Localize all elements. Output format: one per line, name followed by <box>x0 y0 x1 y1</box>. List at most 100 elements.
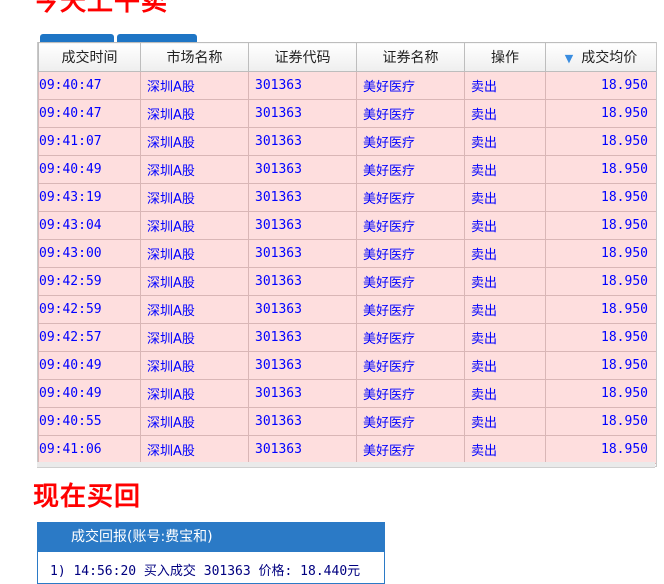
cell-market: 深圳A股 <box>140 71 249 100</box>
cell-avg-price: 18.950 <box>545 295 656 324</box>
cell-name: 美好医疗 <box>356 407 465 436</box>
cell-action: 卖出 <box>464 183 546 212</box>
tab-1[interactable] <box>40 34 114 42</box>
cell-action: 卖出 <box>464 127 546 156</box>
cell-code: 301363 <box>248 155 357 184</box>
table-row[interactable]: 09:40:49 深圳A股 301363 美好医疗 卖出 18.950 <box>38 351 656 380</box>
table-row[interactable]: 09:43:04 深圳A股 301363 美好医疗 卖出 18.950 <box>38 211 656 240</box>
cell-time: 09:42:59 <box>38 295 141 324</box>
report-line: 1) 14:56:20 买入成交 301363 价格: 18.440元 <box>50 564 361 579</box>
table-row[interactable]: 09:41:07 深圳A股 301363 美好医疗 卖出 18.950 <box>38 127 656 156</box>
cell-name: 美好医疗 <box>356 379 465 408</box>
table-row[interactable]: 09:41:06 深圳A股 301363 美好医疗 卖出 18.950 <box>38 435 656 464</box>
cell-market: 深圳A股 <box>140 183 249 212</box>
cell-avg-price: 18.950 <box>545 183 656 212</box>
table-row[interactable]: 09:43:00 深圳A股 301363 美好医疗 卖出 18.950 <box>38 239 656 268</box>
cell-code: 301363 <box>248 295 357 324</box>
cell-action: 卖出 <box>464 351 546 380</box>
cell-name: 美好医疗 <box>356 351 465 380</box>
cell-time: 09:42:57 <box>38 323 141 352</box>
col-header-name[interactable]: 证券名称 <box>356 42 465 72</box>
table-row[interactable]: 09:40:47 深圳A股 301363 美好医疗 卖出 18.950 <box>38 99 656 128</box>
cell-time: 09:42:59 <box>38 267 141 296</box>
buy-back-heading: 现在买回 <box>33 482 142 512</box>
cell-market: 深圳A股 <box>140 239 249 268</box>
cell-code: 301363 <box>248 351 357 380</box>
cell-avg-price: 18.950 <box>545 407 656 436</box>
cell-market: 深圳A股 <box>140 267 249 296</box>
cell-avg-price: 18.950 <box>545 435 656 464</box>
cell-code: 301363 <box>248 71 357 100</box>
cell-name: 美好医疗 <box>356 99 465 128</box>
cell-code: 301363 <box>248 183 357 212</box>
cell-market: 深圳A股 <box>140 435 249 464</box>
col-header-action[interactable]: 操作 <box>464 42 546 72</box>
cell-code: 301363 <box>248 435 357 464</box>
cell-name: 美好医疗 <box>356 435 465 464</box>
cell-avg-price: 18.950 <box>545 99 656 128</box>
cell-code: 301363 <box>248 267 357 296</box>
table-header-row: 成交时间 市场名称 证券代码 证券名称 操作 ▼ 成交均价 <box>38 42 656 72</box>
cell-time: 09:40:49 <box>38 379 141 408</box>
table-row[interactable]: 09:42:59 深圳A股 301363 美好医疗 卖出 18.950 <box>38 295 656 324</box>
cell-market: 深圳A股 <box>140 127 249 156</box>
col-header-avg-price[interactable]: ▼ 成交均价 <box>545 42 656 72</box>
col-header-avg-price-label: 成交均价 <box>581 50 638 66</box>
cell-avg-price: 18.950 <box>545 239 656 268</box>
cell-time: 09:41:07 <box>38 127 141 156</box>
cell-code: 301363 <box>248 379 357 408</box>
cell-name: 美好医疗 <box>356 127 465 156</box>
cell-action: 卖出 <box>464 71 546 100</box>
cell-avg-price: 18.950 <box>545 351 656 380</box>
cell-code: 301363 <box>248 407 357 436</box>
col-header-code[interactable]: 证券代码 <box>248 42 357 72</box>
cell-market: 深圳A股 <box>140 407 249 436</box>
tab-2[interactable] <box>117 34 197 42</box>
cell-name: 美好医疗 <box>356 211 465 240</box>
cell-time: 09:40:49 <box>38 351 141 380</box>
cell-action: 卖出 <box>464 323 546 352</box>
col-header-time[interactable]: 成交时间 <box>38 42 141 72</box>
cell-code: 301363 <box>248 127 357 156</box>
cell-time: 09:40:47 <box>38 99 141 128</box>
table-row[interactable]: 09:42:59 深圳A股 301363 美好医疗 卖出 18.950 <box>38 267 656 296</box>
table-row[interactable]: 09:40:49 深圳A股 301363 美好医疗 卖出 18.950 <box>38 155 656 184</box>
cell-market: 深圳A股 <box>140 379 249 408</box>
cell-name: 美好医疗 <box>356 239 465 268</box>
cell-avg-price: 18.950 <box>545 267 656 296</box>
cell-action: 卖出 <box>464 211 546 240</box>
table-row[interactable]: 09:40:49 深圳A股 301363 美好医疗 卖出 18.950 <box>38 379 656 408</box>
cell-avg-price: 18.950 <box>545 155 656 184</box>
table-row[interactable]: 09:43:19 深圳A股 301363 美好医疗 卖出 18.950 <box>38 183 656 212</box>
cell-name: 美好医疗 <box>356 155 465 184</box>
cell-market: 深圳A股 <box>140 155 249 184</box>
cell-time: 09:40:55 <box>38 407 141 436</box>
cell-code: 301363 <box>248 99 357 128</box>
sell-heading: 今天上午卖 <box>33 0 169 17</box>
table-row[interactable]: 09:42:57 深圳A股 301363 美好医疗 卖出 18.950 <box>38 323 656 352</box>
cell-name: 美好医疗 <box>356 71 465 100</box>
panel-title: 成交回报(账号:费宝和) <box>38 523 384 552</box>
col-header-market[interactable]: 市场名称 <box>140 42 249 72</box>
cell-time: 09:41:06 <box>38 435 141 464</box>
cell-time: 09:43:19 <box>38 183 141 212</box>
cell-avg-price: 18.950 <box>545 127 656 156</box>
cell-market: 深圳A股 <box>140 211 249 240</box>
cell-time: 09:43:00 <box>38 239 141 268</box>
cell-time: 09:43:04 <box>38 211 141 240</box>
table-row[interactable]: 09:40:47 深圳A股 301363 美好医疗 卖出 18.950 <box>38 71 656 100</box>
cell-code: 301363 <box>248 211 357 240</box>
cell-time: 09:40:47 <box>38 71 141 100</box>
cell-action: 卖出 <box>464 435 546 464</box>
cell-action: 卖出 <box>464 295 546 324</box>
cell-market: 深圳A股 <box>140 351 249 380</box>
cell-code: 301363 <box>248 239 357 268</box>
sort-down-icon: ▼ <box>564 52 574 65</box>
cell-code: 301363 <box>248 323 357 352</box>
table-row[interactable]: 09:40:55 深圳A股 301363 美好医疗 卖出 18.950 <box>38 407 656 436</box>
cell-avg-price: 18.950 <box>545 379 656 408</box>
table-scrollbar[interactable] <box>37 462 655 468</box>
cell-market: 深圳A股 <box>140 323 249 352</box>
cell-name: 美好医疗 <box>356 323 465 352</box>
cell-name: 美好医疗 <box>356 295 465 324</box>
